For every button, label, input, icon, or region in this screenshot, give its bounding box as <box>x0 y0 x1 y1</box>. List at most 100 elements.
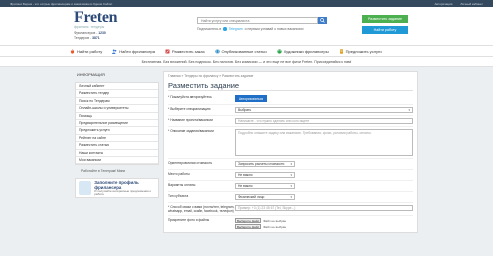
nav-label: Разместить заказ <box>172 48 205 54</box>
nav-item-post-order[interactable]: Разместить заказ <box>165 49 205 54</box>
search-input[interactable] <box>197 17 318 24</box>
form-row-price: Ориентировочная стоимость Запросить расч… <box>168 159 413 170</box>
contacts-input[interactable]: Пример: +3 (1) 23 45 67 (Tel, Skype...) <box>235 205 413 211</box>
profile-banner[interactable]: Заполните профиль фрилансера И получайте… <box>75 178 159 199</box>
logo-block: Freten фриланс. тендеры Фрилансеров - 12… <box>74 10 149 40</box>
select-value: Запросить расчеты стоимости <box>238 162 285 166</box>
chevron-down-icon: ▾ <box>290 195 292 199</box>
banner-illustration <box>79 181 92 196</box>
nav-label: Опубликованные статьи <box>221 48 267 54</box>
find-work-button[interactable]: Найти работу <box>362 26 408 34</box>
banner-subtitle: И получайте интересные предложения о раб… <box>94 188 152 197</box>
form-row-title: * Название проекта/вакансии Напишите - ч… <box>168 116 413 127</box>
place-select[interactable]: Не важно ▾ <box>235 172 295 178</box>
breadcrumb: Главная » Тендеры по фрилансу » Размести… <box>168 74 254 78</box>
search-icon <box>320 18 325 23</box>
logo[interactable]: Freten <box>74 10 149 26</box>
nav-label: Найти фрилансера <box>119 48 155 54</box>
login-link[interactable]: Авторизация <box>434 2 452 6</box>
telegram-link[interactable]: Telegram <box>229 27 243 31</box>
select-value: Выбрать <box>238 108 252 112</box>
select-value: Не важно <box>238 184 253 188</box>
price-select[interactable]: Запросить расчеты стоимости ▾ <box>235 161 295 167</box>
auth-links: Авторизация Личный кабинет <box>434 2 483 6</box>
select-value: Физический лицо <box>238 195 265 199</box>
tenders-count: 3871 <box>92 35 100 40</box>
content: ИНФОРМАЦИЯ Личный кабинет Разместить тен… <box>0 71 493 233</box>
subscribe-prefix: Подпишитесь в <box>197 27 222 31</box>
main-nav: Найти работу Найти фрилансера Разместить… <box>0 45 493 57</box>
sidebar: ИНФОРМАЦИЯ Личный кабинет Разместить тен… <box>75 71 159 233</box>
nav-label: Предложить услуги <box>345 48 382 54</box>
main-panel: Главная » Тендеры по фрилансу » Размести… <box>163 71 418 233</box>
telegram-ad-text[interactable]: Работайте в Телеграм! Мини <box>75 169 159 173</box>
sidebar-item-search-tenders[interactable]: Поиск по Тендерам <box>76 98 158 106</box>
form-row-type: Тип субъекта Физический лицо ▾ <box>168 192 413 203</box>
subscribe-suffix: и первым узнавай о новых вакансиях <box>244 27 304 31</box>
header-actions: Разместить задание Найти работу <box>362 15 408 34</box>
file-status: Файл не выбран <box>263 218 287 223</box>
form-row-description: * Описание задания/вакансии Подробно опи… <box>168 127 413 159</box>
announcement: Бесплатная. Без вложений. Без подписок. … <box>0 57 493 67</box>
type-label: Тип субъекта <box>168 194 189 198</box>
promo-text: Фриланс Берем - это острые фрилансерам и… <box>10 1 113 6</box>
files-label: Прикрепите фото и файлы <box>168 218 210 222</box>
sidebar-item-prelim[interactable]: Предварительное размещение <box>76 120 158 128</box>
nav-item-find-freelancer[interactable]: Найти фрилансера <box>112 49 155 54</box>
project-name-label: * Название проекта/вакансии <box>168 118 213 122</box>
specialization-select[interactable]: Выбрать ▾ <box>235 107 413 113</box>
place-label: Место работы <box>168 172 190 176</box>
select-value: Не важно <box>238 173 253 177</box>
type-select[interactable]: Физический лицо ▾ <box>235 194 295 200</box>
search-row <box>197 17 327 24</box>
sidebar-title: ИНФОРМАЦИЯ <box>77 73 105 77</box>
choose-file-button[interactable]: Выберите файл <box>235 218 262 223</box>
sidebar-item-post-tender[interactable]: Разместить тендер <box>76 90 158 98</box>
form-row-auth: * Пожалуйста авторизуйтесь Авторизоватьс… <box>168 93 413 105</box>
description-label: * Описание задания/вакансии <box>168 129 214 133</box>
sidebar-item-cabinet[interactable]: Личный кабинет <box>76 83 158 91</box>
form-row-payment: Варианты оплаты Не важно ▾ <box>168 181 413 192</box>
price-label: Ориентировочная стоимость <box>168 161 213 165</box>
form-row-specialization: * Выберите специализацию Выбрать ▾ <box>168 105 413 116</box>
payment-label: Варианты оплаты <box>168 183 196 187</box>
freelancers-label: Фрилансеров <box>74 31 96 35</box>
choose-file-button[interactable]: Выберите файл <box>235 224 262 229</box>
sidebar-item-post-article[interactable]: Разместить статью <box>76 142 158 150</box>
edit-icon <box>165 49 170 53</box>
nav-item-artists[interactable]: Художники фрилансеры <box>276 48 329 54</box>
form-row-place: Место работы Не важно ▾ <box>168 170 413 181</box>
nav-item-articles[interactable]: Опубликованные статьи <box>214 48 267 54</box>
sidebar-menu: Личный кабинет Разместить тендер Поиск п… <box>75 82 159 166</box>
nav-item-find-work[interactable]: Найти работу <box>70 48 103 54</box>
form-row-contacts: * Способ связи с вами (почта/тел, telegr… <box>168 203 413 216</box>
sidebar-item-help[interactable]: Помощь <box>76 113 158 120</box>
sidebar-item-rating[interactable]: Рейтинг на сайте <box>76 135 158 143</box>
auth-label: * Пожалуйста авторизуйтесь <box>168 95 212 99</box>
sidebar-item-schools[interactable]: Онлайн-школы и университеты <box>76 105 158 113</box>
nav-item-offer-services[interactable]: Предложить услуги <box>339 49 382 54</box>
cabinet-link[interactable]: Личный кабинет <box>460 2 483 6</box>
users-icon <box>112 49 117 54</box>
banner-text: Заполните профиль фрилансера И получайте… <box>94 180 158 197</box>
create-task-button[interactable]: Разместить задание <box>362 15 408 23</box>
nav-label: Найти работу <box>77 48 103 54</box>
nav-label: Художники фрилансеры <box>283 48 329 54</box>
tenders-label: Тендеров <box>74 35 90 40</box>
sidebar-item-contacts[interactable]: Наши контакты <box>76 150 158 157</box>
form-row-files: Прикрепите фото и файлы Выберите файл Фа… <box>168 216 413 232</box>
search-button[interactable] <box>318 17 327 24</box>
description-textarea[interactable]: Подробно опишите задачу или вакансию. Тр… <box>235 129 413 156</box>
contacts-label: * Способ связи с вами (почта/тел, telegr… <box>168 205 235 213</box>
subscribe-line: Подпишитесь в Telegram и первым узнавай … <box>197 27 327 31</box>
header: Freten фриланс. тендеры Фрилансеров - 12… <box>0 7 493 45</box>
search-area: Подпишитесь в Telegram и первым узнавай … <box>197 17 327 31</box>
payment-select[interactable]: Не важно ▾ <box>235 183 295 189</box>
project-name-input[interactable]: Напишите - что нужно сделать или кого ищ… <box>235 118 413 124</box>
page-title: Разместить задание <box>168 80 413 91</box>
authorize-button[interactable]: Авторизоваться <box>235 95 267 102</box>
specialization-label: * Выберите специализацию <box>168 107 211 111</box>
sidebar-item-offer-services[interactable]: Предложить услуги <box>76 127 158 135</box>
sidebar-item-my-vacancies[interactable]: Мои вакансии <box>76 157 158 165</box>
chevron-down-icon: ▾ <box>290 184 292 188</box>
